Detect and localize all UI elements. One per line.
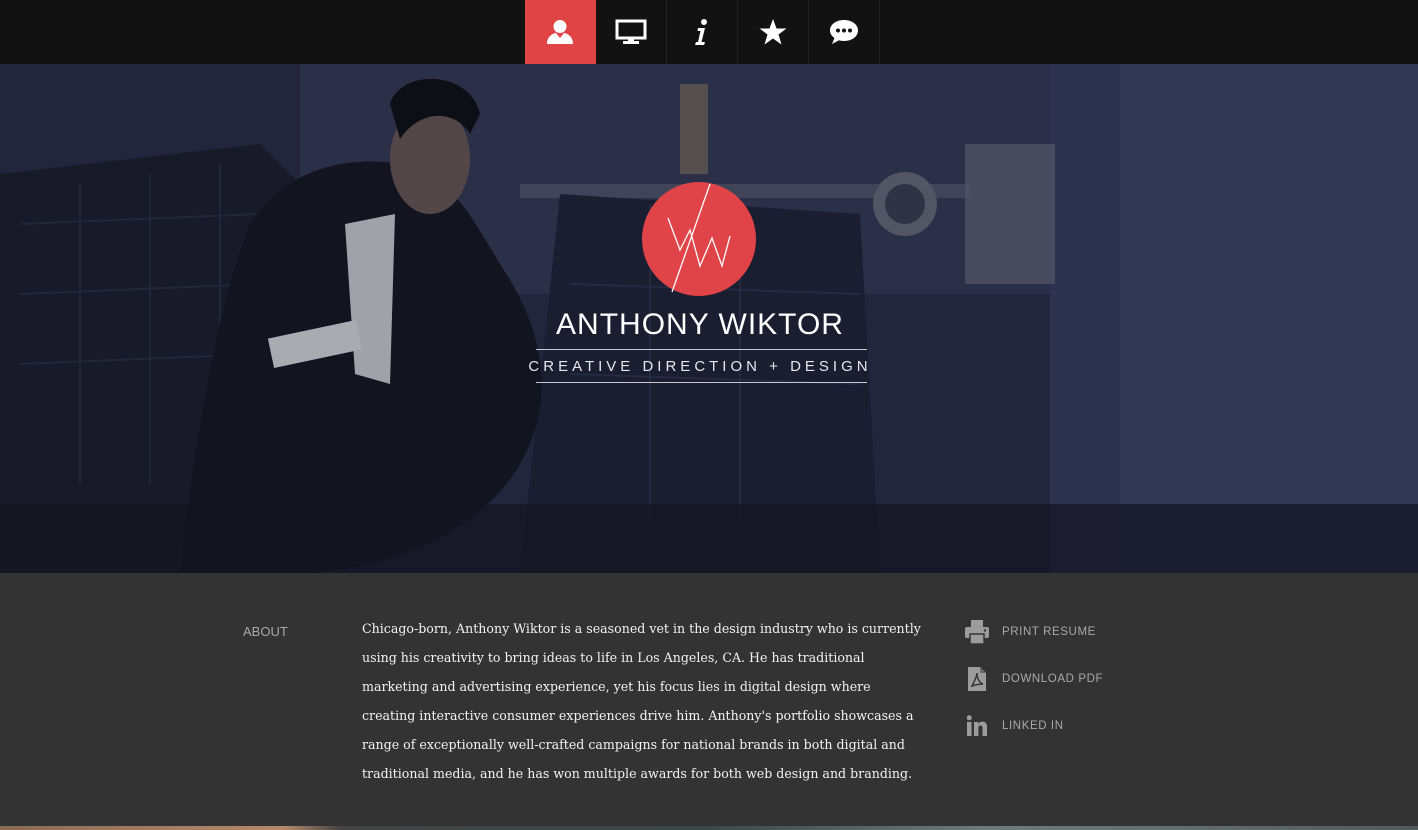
chat-bubble-icon bbox=[828, 18, 860, 46]
next-section-preview bbox=[0, 826, 1418, 830]
print-resume-link[interactable]: PRINT RESUME bbox=[962, 617, 1103, 647]
linkedin-link[interactable]: LINKED IN bbox=[962, 711, 1103, 741]
main-nav bbox=[525, 0, 880, 64]
nav-item-contact[interactable] bbox=[809, 0, 880, 64]
download-pdf-link[interactable]: DOWNLOAD PDF bbox=[962, 664, 1103, 694]
monitor-icon bbox=[615, 19, 647, 45]
hero-divider-bottom bbox=[536, 382, 867, 383]
hero-name: ANTHONY WIKTOR bbox=[556, 308, 844, 341]
nav-item-about[interactable] bbox=[525, 0, 596, 64]
aw-monogram-logo[interactable] bbox=[642, 182, 756, 296]
person-icon bbox=[545, 19, 575, 45]
linkedin-icon bbox=[962, 711, 992, 741]
resume-links: PRINT RESUME DOWNLOAD PDF LINKED IN bbox=[962, 617, 1103, 758]
top-navigation-bar bbox=[0, 0, 1418, 64]
hero-divider-top bbox=[536, 349, 867, 350]
printer-icon bbox=[962, 617, 992, 647]
print-resume-label: PRINT RESUME bbox=[1002, 626, 1096, 638]
nav-item-work[interactable] bbox=[596, 0, 667, 64]
info-icon bbox=[692, 18, 712, 46]
linkedin-label: LINKED IN bbox=[1002, 720, 1064, 732]
about-label: ABOUT bbox=[243, 624, 288, 639]
hero-banner: ANTHONY WIKTOR CREATIVE DIRECTION + DESI… bbox=[0, 64, 1418, 573]
about-text: Chicago-born, Anthony Wiktor is a season… bbox=[362, 621, 921, 781]
hero-tagline: CREATIVE DIRECTION + DESIGN bbox=[528, 358, 872, 375]
pdf-icon bbox=[962, 664, 992, 694]
star-icon bbox=[758, 18, 788, 46]
download-pdf-label: DOWNLOAD PDF bbox=[1002, 673, 1104, 685]
nav-item-awards[interactable] bbox=[738, 0, 809, 64]
nav-item-info[interactable] bbox=[667, 0, 738, 64]
